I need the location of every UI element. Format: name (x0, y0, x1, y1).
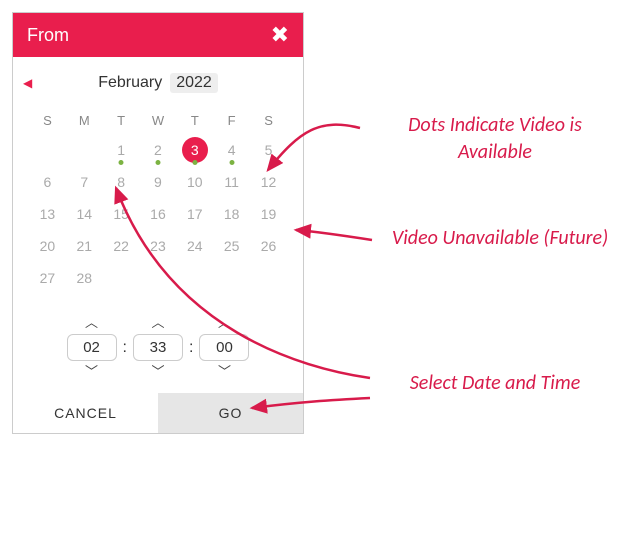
calendar-day: 26 (250, 230, 287, 262)
prev-month-icon[interactable]: ◀ (23, 76, 32, 90)
calendar-day: 19 (250, 198, 287, 230)
calendar-day: 22 (103, 230, 140, 262)
calendar-day: 18 (213, 198, 250, 230)
ss-down-icon[interactable]: ﹀ (218, 365, 231, 379)
calendar-day (66, 134, 103, 166)
calendar-day (176, 262, 213, 294)
calendar-day[interactable]: 4 (213, 134, 250, 166)
ss-up-icon[interactable]: ︿ (218, 316, 231, 330)
ss-value[interactable]: 00 (199, 334, 249, 361)
calendar-day: 21 (66, 230, 103, 262)
dow-header: T (176, 107, 213, 134)
calendar-day (140, 262, 177, 294)
availability-dot-icon (229, 160, 234, 165)
calendar-day[interactable]: 3 (176, 134, 213, 166)
calendar-day[interactable]: 2 (140, 134, 177, 166)
month-nav: ◀ February 2022 (13, 71, 303, 95)
dow-header: S (250, 107, 287, 134)
calendar-day: 15 (103, 198, 140, 230)
calendar-day: 6 (29, 166, 66, 198)
annotation-dots: Dots Indicate Video is Available (370, 112, 620, 166)
hh-down-icon[interactable]: ﹀ (85, 365, 98, 379)
go-button[interactable]: GO (158, 393, 303, 433)
hh-up-icon[interactable]: ︿ (85, 316, 98, 330)
month-label[interactable]: February (98, 74, 162, 92)
calendar-day: 20 (29, 230, 66, 262)
dow-header: M (66, 107, 103, 134)
calendar-day[interactable]: 1 (103, 134, 140, 166)
availability-dot-icon (119, 160, 124, 165)
header-title: From (27, 25, 69, 46)
dow-header: W (140, 107, 177, 134)
annotation-select: Select Date and Time (380, 370, 610, 397)
calendar-day: 28 (66, 262, 103, 294)
calendar-day: 11 (213, 166, 250, 198)
calendar-day: 9 (140, 166, 177, 198)
time-picker: ︿ 02 ﹀ : ︿ 33 ﹀ : ︿ 00 ﹀ (13, 316, 303, 379)
calendar-day: 12 (250, 166, 287, 198)
calendar-day (250, 262, 287, 294)
calendar-day: 8 (103, 166, 140, 198)
calendar-day: 14 (66, 198, 103, 230)
cancel-button[interactable]: CANCEL (13, 393, 158, 433)
mm-down-icon[interactable]: ﹀ (151, 365, 164, 379)
calendar-day: 24 (176, 230, 213, 262)
availability-dot-icon (192, 160, 197, 165)
calendar-day: 17 (176, 198, 213, 230)
dow-header: F (213, 107, 250, 134)
picker-header: From ✖ (13, 13, 303, 57)
calendar-day: 5 (250, 134, 287, 166)
calendar-day: 10 (176, 166, 213, 198)
calendar-day: 13 (29, 198, 66, 230)
date-time-picker: From ✖ ◀ February 2022 SMTWTFS 123456789… (12, 12, 304, 434)
mm-value[interactable]: 33 (133, 334, 183, 361)
close-icon[interactable]: ✖ (271, 24, 289, 46)
annotation-unavail: Video Unavailable (Future) (380, 225, 620, 252)
calendar-grid: SMTWTFS 12345678910111213141516171819202… (29, 107, 287, 294)
availability-dot-icon (155, 160, 160, 165)
dow-header: S (29, 107, 66, 134)
calendar-day: 16 (140, 198, 177, 230)
time-sep: : (189, 339, 193, 357)
dow-header: T (103, 107, 140, 134)
calendar-day: 7 (66, 166, 103, 198)
hh-value[interactable]: 02 (67, 334, 117, 361)
year-label[interactable]: 2022 (170, 73, 218, 93)
calendar-day: 23 (140, 230, 177, 262)
calendar-day: 27 (29, 262, 66, 294)
mm-up-icon[interactable]: ︿ (151, 316, 164, 330)
calendar-day (29, 134, 66, 166)
time-sep: : (123, 339, 127, 357)
calendar-day (103, 262, 140, 294)
calendar-day (213, 262, 250, 294)
calendar-day: 25 (213, 230, 250, 262)
picker-actions: CANCEL GO (13, 393, 303, 433)
